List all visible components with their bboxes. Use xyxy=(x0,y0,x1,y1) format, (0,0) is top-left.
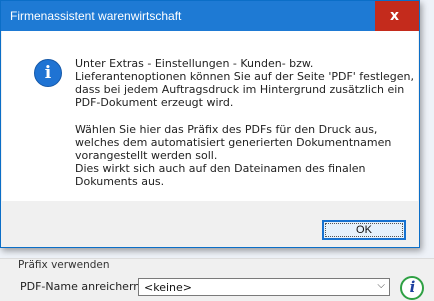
message-line: PDF-Dokument erzeugt wird. xyxy=(75,96,234,109)
close-button[interactable]: x xyxy=(375,1,419,31)
message-line: Lieferantenoptionen können Sie auf der S… xyxy=(75,70,415,83)
info-icon: i xyxy=(409,278,416,296)
info-icon: i xyxy=(34,59,62,87)
ok-button[interactable]: OK xyxy=(322,220,406,240)
pdf-name-select-value: <keine> xyxy=(144,281,192,294)
info-icon-glyph: i xyxy=(44,63,52,83)
message-line: Unter Extras - Einstellungen - Kunden- b… xyxy=(75,57,314,70)
dialog-message-area: i Unter Extras - Einstellungen - Kunden-… xyxy=(2,31,418,201)
message-line: vorangestellt werden soll. xyxy=(75,149,218,162)
close-icon: x xyxy=(390,8,400,24)
pdf-name-select[interactable]: <keine> ⌵ xyxy=(138,278,390,296)
message-line: Dokuments aus. xyxy=(75,175,165,188)
message-dialog: Firmenassistent warenwirtschaft x i Unte… xyxy=(0,0,420,248)
chevron-down-icon[interactable]: ⌵ xyxy=(377,280,385,291)
dialog-title: Firmenassistent warenwirtschaft xyxy=(10,9,182,23)
info-button[interactable]: i xyxy=(400,276,424,300)
pdf-name-label: PDF-Name anreichern xyxy=(20,280,141,293)
dialog-titlebar: Firmenassistent warenwirtschaft x xyxy=(1,1,419,31)
message-line: dass bei jedem Auftragsdruck im Hintergr… xyxy=(75,83,405,96)
ok-button-label: OK xyxy=(356,224,372,236)
message-line: welches dem automatisiert generierten Do… xyxy=(75,136,392,149)
message-line: Wählen Sie hier das Präfix des PDFs für … xyxy=(75,123,378,136)
prefix-group-label: Präfix verwenden xyxy=(18,259,110,271)
message-line: Dies wirkt sich auch auf den Dateinamen … xyxy=(75,162,366,175)
